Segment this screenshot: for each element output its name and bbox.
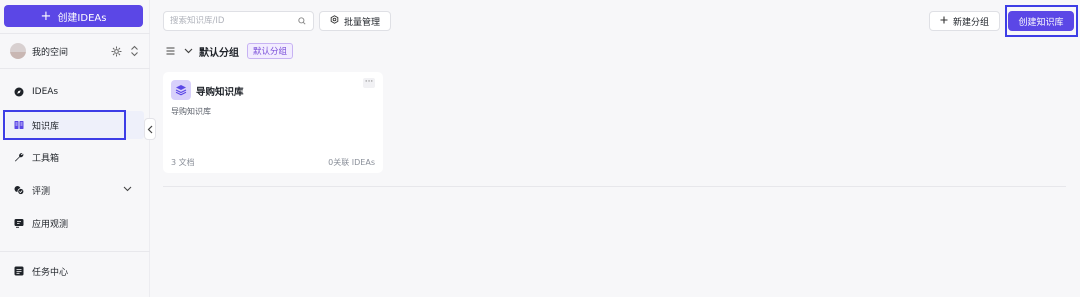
monitor-icon <box>14 218 24 228</box>
sidebar-item-ideas[interactable]: IDEAs <box>6 78 144 106</box>
main-content: 批量管理 新建分组 创建知识库 默认分组 默认分组 导购知识库 ··· 导购知识… <box>150 0 1080 297</box>
highlight-box <box>3 110 126 140</box>
batch-manage-label: 批量管理 <box>343 17 380 28</box>
search-input[interactable] <box>170 16 297 26</box>
avatar <box>10 43 26 59</box>
settings-gear-icon[interactable] <box>110 45 122 57</box>
plus-icon: + <box>40 8 52 24</box>
create-ideas-button[interactable]: + 创建IDEAs <box>4 5 143 27</box>
knowledge-base-icon <box>171 80 191 100</box>
chevron-down-icon[interactable] <box>183 46 193 56</box>
sidebar-item-toolbox[interactable]: 工具箱 <box>6 143 144 171</box>
new-group-button[interactable]: 新建分组 <box>929 11 1000 31</box>
sidebar-item-app-monitoring[interactable]: 应用观测 <box>6 209 144 237</box>
sidebar-item-label: 应用观测 <box>32 219 69 230</box>
search-box[interactable] <box>163 11 314 31</box>
divider <box>0 33 150 34</box>
divider <box>0 251 150 252</box>
knowledge-base-card[interactable]: 导购知识库 ··· 导购知识库 3 文档 0关联 IDEAs <box>163 72 383 173</box>
space-name: 我的空间 <box>32 47 69 58</box>
divider <box>0 68 150 69</box>
search-icon[interactable] <box>297 16 307 26</box>
menu-icon[interactable] <box>165 46 175 56</box>
settings-icon <box>330 15 339 27</box>
new-group-label: 新建分组 <box>952 17 989 28</box>
card-doc-count: 3 文档 <box>171 158 195 167</box>
create-ideas-label: 创建IDEAs <box>57 12 107 24</box>
evaluation-icon <box>14 185 24 195</box>
sidebar-item-label: 评测 <box>32 186 51 197</box>
chevron-up-down-icon[interactable] <box>128 45 140 57</box>
more-icon[interactable]: ··· <box>363 78 375 88</box>
sidebar-item-evaluation[interactable]: 评测 <box>6 176 144 204</box>
wrench-icon <box>14 152 24 162</box>
highlight-box <box>1005 5 1078 37</box>
task-list-icon <box>14 266 24 276</box>
card-description: 导购知识库 <box>171 107 211 116</box>
card-ideas-count: 0关联 IDEAs <box>328 158 375 167</box>
sidebar-item-label: 工具箱 <box>32 153 60 164</box>
space-switcher[interactable]: 我的空间 <box>10 42 140 60</box>
divider <box>163 186 1066 187</box>
sidebar-item-label: 任务中心 <box>32 267 69 278</box>
compass-icon <box>14 87 24 97</box>
chevron-down-icon[interactable] <box>123 185 132 195</box>
plus-icon <box>940 16 948 27</box>
sidebar-item-label: IDEAs <box>32 87 59 97</box>
group-badge: 默认分组 <box>247 43 294 59</box>
group-title: 默认分组 <box>199 47 239 59</box>
sidebar-item-task-center[interactable]: 任务中心 <box>6 257 144 285</box>
group-header: 默认分组 默认分组 <box>165 43 294 59</box>
sidebar: + 创建IDEAs 我的空间 IDEAs 知识库 工具箱 评测 应用观测 任务中… <box>0 0 150 297</box>
sidebar-collapse-button[interactable] <box>144 118 156 140</box>
batch-manage-button[interactable]: 批量管理 <box>319 11 391 31</box>
card-title: 导购知识库 <box>196 87 244 98</box>
